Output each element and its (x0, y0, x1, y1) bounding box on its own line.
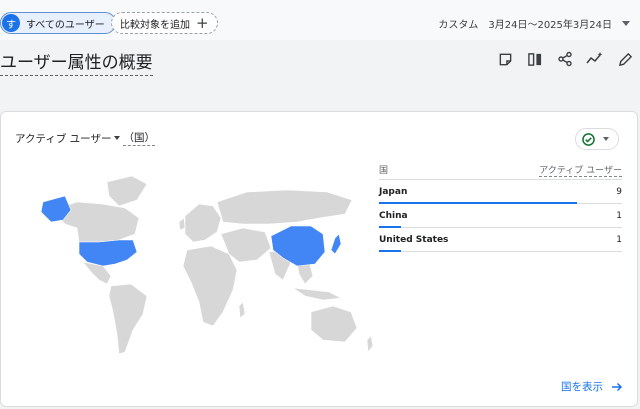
view-countries-label: 国を表示 (561, 381, 603, 393)
row-value: 1 (616, 210, 622, 221)
date-range-value: 3月24日～2025年3月24日 (488, 20, 612, 31)
arrow-right-icon (612, 382, 623, 391)
page-title[interactable]: ユーザー属性の概要 (0, 48, 153, 76)
table-row[interactable]: Japan 9 (379, 180, 622, 204)
metric-dropdown-caret-icon[interactable] (114, 136, 121, 140)
row-country: Japan (379, 186, 408, 197)
map-greenland (106, 175, 148, 207)
dropdown-caret-icon (622, 21, 630, 26)
row-country: United States (379, 234, 449, 245)
add-comparison-label: 比較対象を追加 (120, 19, 190, 31)
note-icon[interactable] (496, 50, 514, 68)
card-title-dimension: （国） (123, 132, 155, 146)
segment-chip-all-users[interactable]: す すべてのユーザー (0, 12, 116, 34)
view-countries-link[interactable]: 国を表示 (561, 379, 623, 394)
share-icon[interactable] (556, 50, 574, 68)
map-africa (182, 245, 238, 327)
map-new-zealand (366, 335, 374, 353)
map-uk (178, 217, 186, 231)
map-japan-highlight (330, 233, 342, 255)
column-header-active-users[interactable]: アクティブ ユーザー (539, 163, 622, 177)
row-country: China (379, 210, 408, 221)
data-quality-status-button[interactable] (575, 128, 619, 150)
map-europe (184, 203, 222, 243)
check-circle-icon (582, 132, 595, 146)
plus-icon: + (196, 13, 209, 32)
row-value: 9 (616, 186, 622, 197)
date-range-prefix: カスタム (438, 20, 479, 31)
map-australia (310, 305, 358, 343)
filter-bar: す すべてのユーザー 比較対象を追加 + カスタム 3月24日～2025年3月2… (0, 0, 640, 40)
map-united-states-highlight (78, 239, 138, 267)
map-south-america (108, 283, 148, 355)
table-header: 国 アクティブ ユーザー (379, 160, 622, 180)
card-title[interactable]: アクティブ ユーザー （国） (15, 130, 155, 146)
edit-icon[interactable] (616, 50, 634, 68)
active-users-by-country-card: アクティブ ユーザー （国） 国 アクティブ ユーザー Japan 9 Chin… (0, 111, 638, 407)
world-map[interactable] (7, 162, 387, 372)
row-share-bar (379, 250, 401, 252)
card-title-metric: アクティブ ユーザー (15, 132, 112, 145)
map-madagascar (238, 301, 246, 319)
report-toolbar (496, 50, 634, 68)
insights-icon[interactable] (586, 50, 604, 68)
table-row[interactable]: United States 1 (379, 228, 622, 252)
segment-badge: す (2, 14, 20, 32)
date-range-picker[interactable]: カスタム 3月24日～2025年3月24日 (438, 16, 630, 31)
column-header-country: 国 (379, 166, 389, 176)
map-indonesia (292, 287, 343, 301)
segment-label: すべてのユーザー (26, 19, 105, 31)
country-table: 国 アクティブ ユーザー Japan 9 China 1 United Stat… (379, 160, 622, 252)
dropdown-caret-icon (603, 137, 609, 141)
map-russia (216, 189, 353, 225)
add-comparison-button[interactable]: 比較対象を追加 + (111, 12, 218, 34)
table-row[interactable]: China 1 (379, 204, 622, 228)
row-value: 1 (616, 234, 622, 245)
compare-columns-icon[interactable] (526, 50, 544, 68)
